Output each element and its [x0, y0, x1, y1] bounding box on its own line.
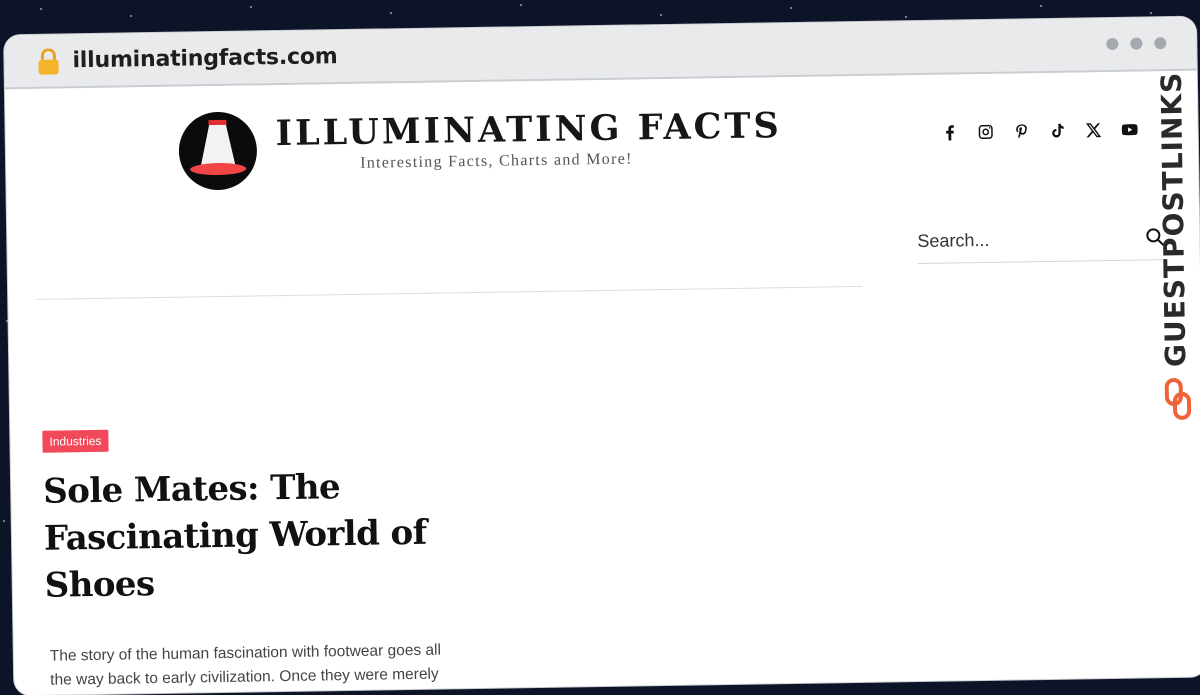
window-dot-icon[interactable] — [1106, 37, 1119, 51]
pinterest-icon[interactable] — [1012, 121, 1032, 141]
window-controls — [1106, 37, 1167, 51]
youtube-icon[interactable] — [1120, 120, 1140, 140]
window-dot-icon[interactable] — [1130, 37, 1143, 50]
site-title[interactable]: ILLUMINATING FACTS — [275, 105, 782, 154]
header-divider — [36, 285, 863, 300]
search-box — [917, 219, 1166, 265]
site-brand: ILLUMINATING FACTS Interesting Facts, Ch… — [275, 105, 782, 174]
window-dot-icon[interactable] — [1154, 37, 1167, 50]
site-logo-icon[interactable] — [177, 110, 258, 191]
article-title[interactable]: Sole Mates: The Fascinating World of Sho… — [43, 462, 465, 610]
lock-icon — [38, 48, 59, 75]
article-excerpt: The story of the human fascination with … — [49, 641, 442, 689]
guestpostlinks-watermark: GUESTPOSTLINKS — [1148, 71, 1200, 428]
x-icon[interactable] — [1084, 120, 1104, 140]
page-content: ILLUMINATING FACTS Interesting Facts, Ch… — [4, 70, 1200, 695]
url-text[interactable]: illuminatingfacts.com — [72, 44, 337, 73]
facebook-icon[interactable] — [940, 122, 960, 142]
social-links — [940, 120, 1140, 143]
tiktok-icon[interactable] — [1048, 121, 1068, 141]
watermark-text: GUESTPOSTLINKS — [1154, 71, 1193, 368]
search-input[interactable] — [917, 219, 1138, 261]
instagram-icon[interactable] — [976, 122, 996, 142]
browser-window: illuminatingfacts.com ILLUMINATING FACTS… — [4, 16, 1200, 695]
chain-link-icon — [1164, 378, 1192, 420]
site-tagline: Interesting Facts, Charts and More! — [359, 150, 633, 172]
category-badge[interactable]: Industries — [42, 429, 109, 453]
